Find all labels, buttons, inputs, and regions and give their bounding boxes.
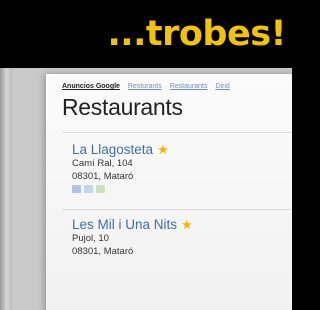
restaurant-city: 08301, Mataró (72, 171, 134, 182)
list-item: La Llagosteta ★ Camí Ral, 104 08301, Mat… (72, 142, 169, 193)
restaurant-name-link[interactable]: Les Mil i Una Nits ★ (72, 217, 193, 232)
ad-link-restaurants[interactable]: Restaurants (170, 83, 208, 90)
ads-label: Anuncios Google (62, 83, 120, 90)
restaurant-city: 08301, Mataró (72, 246, 134, 257)
restaurant-name: Les Mil i Una Nits (72, 217, 178, 232)
list-item: Les Mil i Una Nits ★ Pujol, 10 08301, Ma… (72, 217, 193, 258)
phone-icon[interactable] (72, 185, 81, 193)
map-icon[interactable] (96, 185, 105, 193)
restaurant-street: Pujol, 10 (72, 233, 109, 244)
banner-headline: ...trobes! (107, 14, 286, 54)
restaurant-actions (72, 185, 169, 193)
divider (62, 209, 292, 210)
device-screen: Anuncios Google Resturants Restaurants D… (0, 68, 292, 310)
web-page: Anuncios Google Resturants Restaurants D… (46, 74, 292, 310)
star-icon[interactable]: ★ (181, 218, 193, 231)
divider (62, 132, 292, 133)
ad-link-direccions[interactable]: Dirid (215, 83, 229, 90)
magazine-banner: ...trobes! (0, 0, 292, 68)
web-icon[interactable] (84, 185, 93, 193)
google-ads-bar: Anuncios Google Resturants Restaurants D… (62, 83, 230, 90)
star-icon[interactable]: ★ (157, 143, 169, 156)
restaurant-name: La Llagosteta (72, 142, 154, 157)
restaurant-name-link[interactable]: La Llagosteta ★ (72, 142, 169, 157)
page-title: Restaurants (62, 94, 183, 120)
ad-link-resturants[interactable]: Resturants (128, 83, 162, 90)
device-bezel (0, 68, 12, 310)
restaurant-street: Camí Ral, 104 (72, 158, 133, 169)
